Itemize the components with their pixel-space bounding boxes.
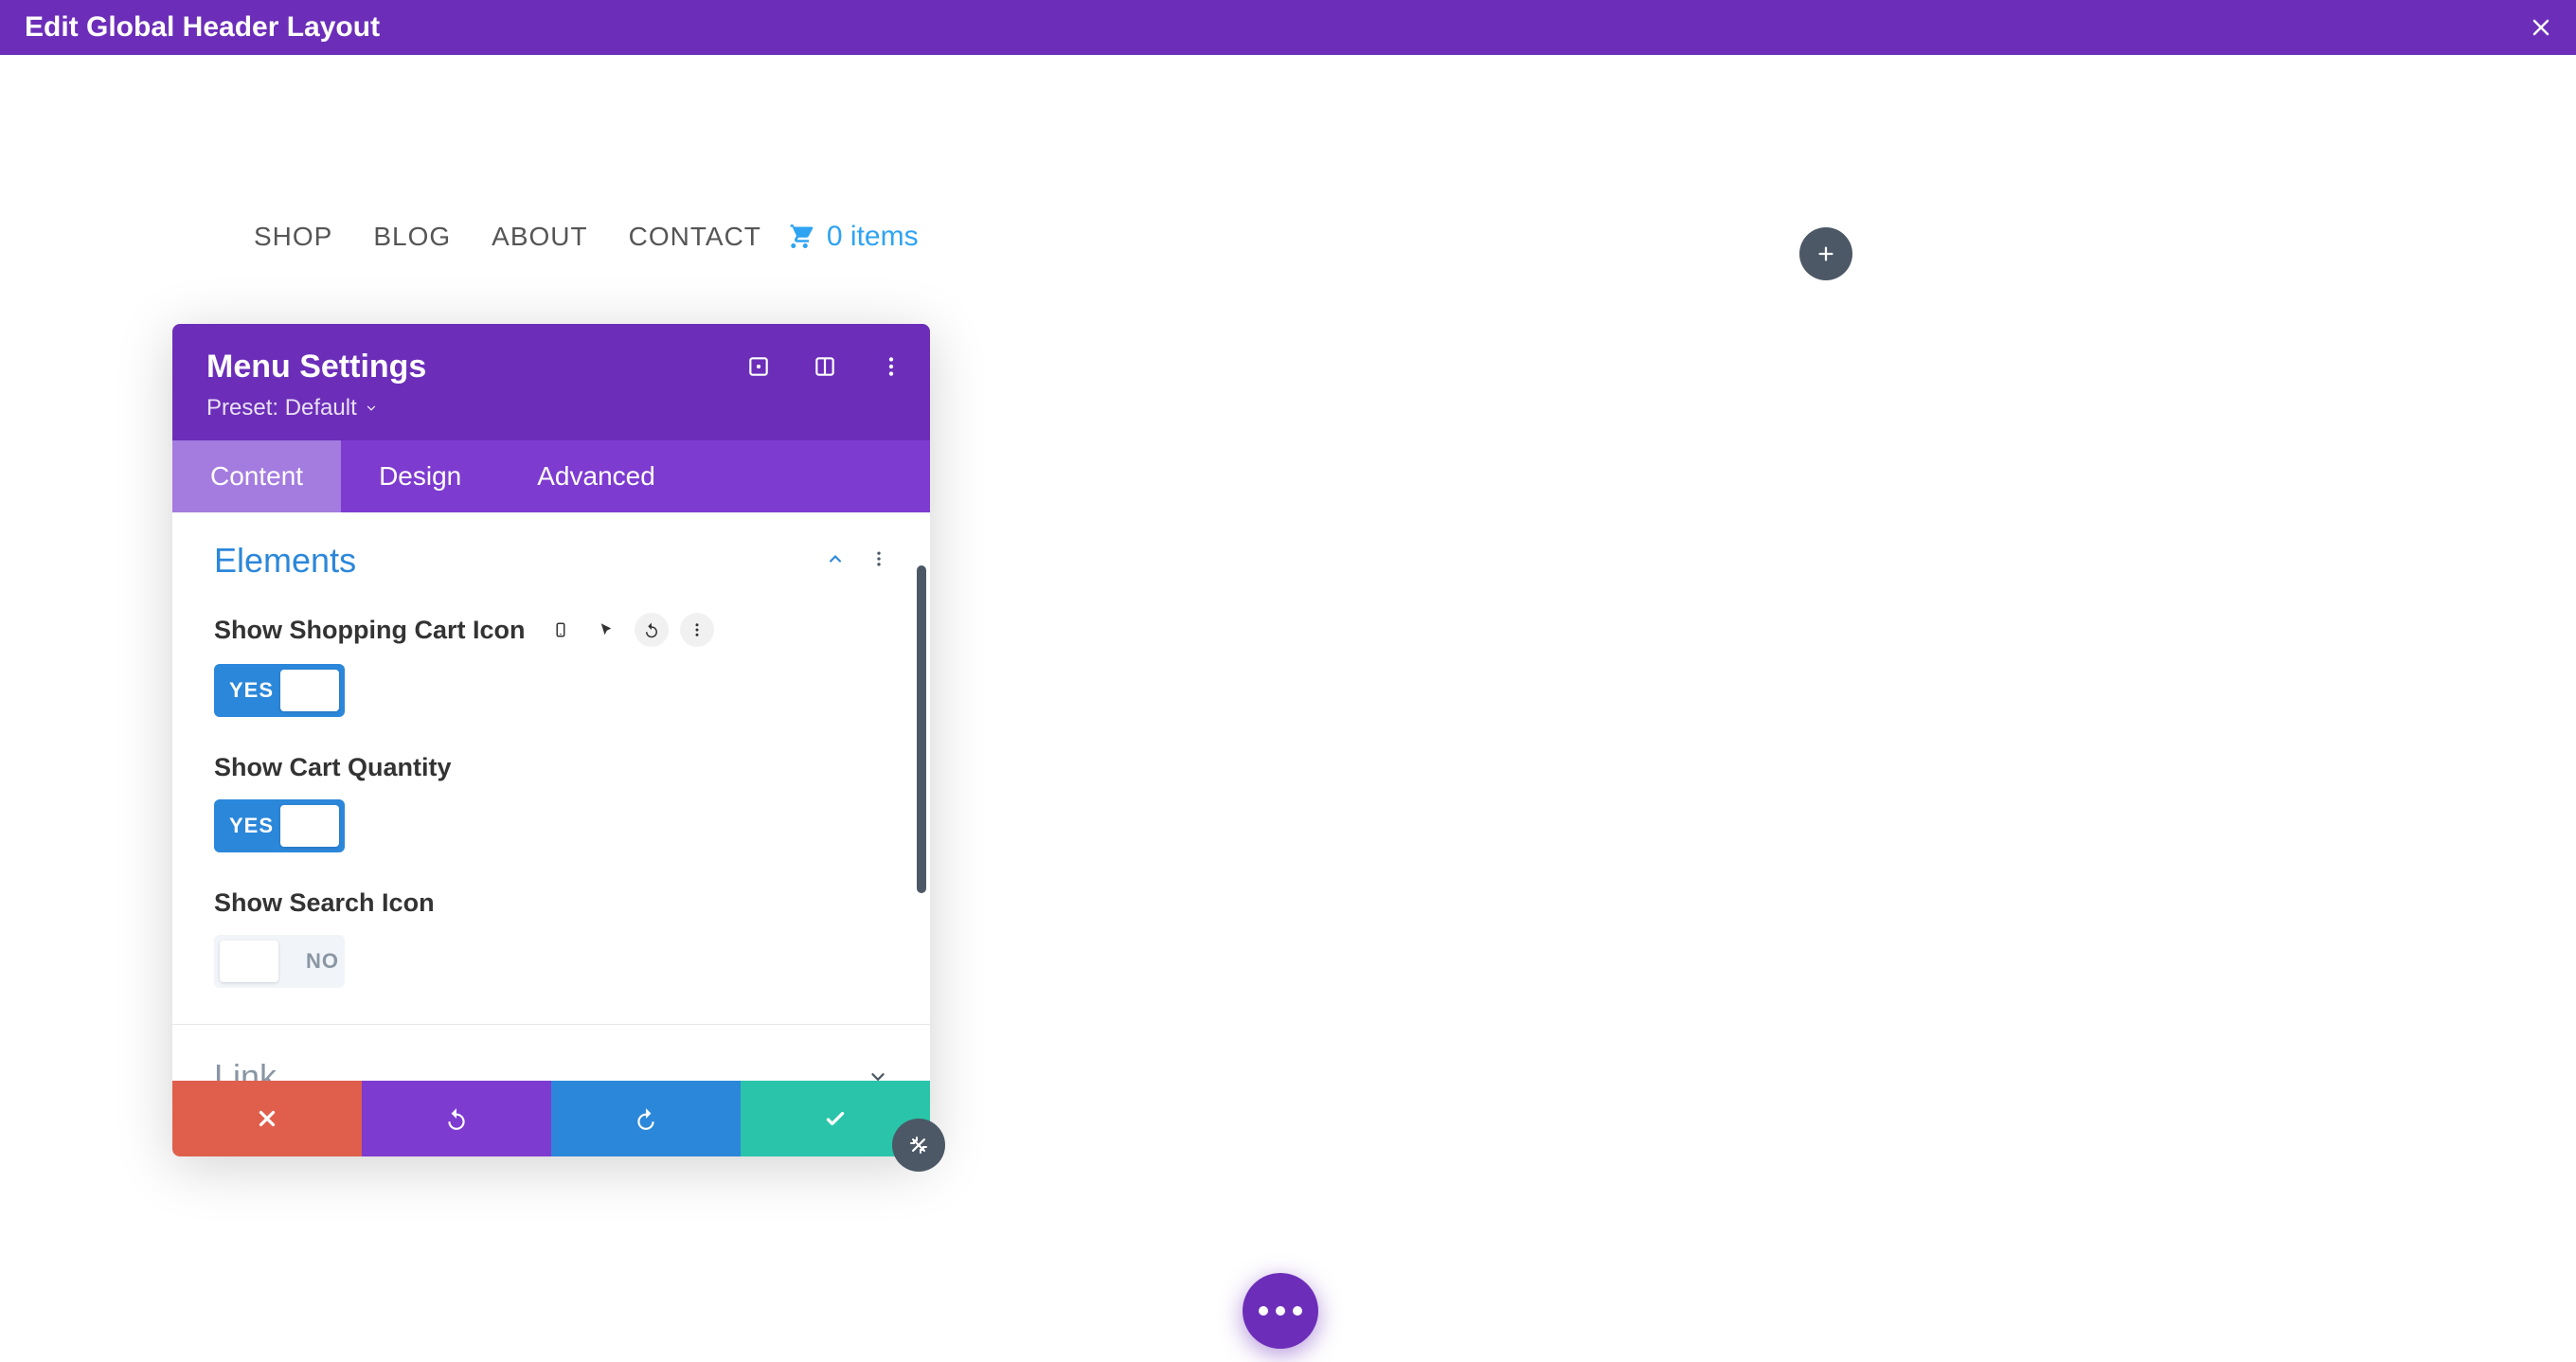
resize-handle[interactable] [892, 1119, 945, 1172]
undo-icon [444, 1106, 469, 1131]
panel-body[interactable]: Elements Show Shopping Cart Icon [172, 512, 930, 1081]
tab-advanced[interactable]: Advanced [499, 440, 693, 512]
section-elements-header[interactable]: Elements [214, 541, 888, 581]
tab-design[interactable]: Design [341, 440, 499, 512]
option-show-cart-qty: Show Cart Quantity YES [214, 753, 888, 852]
toggle-knob [280, 670, 339, 711]
panel-more-button[interactable] [879, 354, 903, 379]
toggle-label: NO [306, 949, 339, 974]
redo-icon [634, 1106, 658, 1131]
check-icon [823, 1106, 848, 1131]
columns-icon [813, 354, 837, 379]
snap-button[interactable] [813, 354, 837, 379]
reset-button[interactable] [635, 613, 669, 647]
chevron-up-icon [826, 549, 845, 568]
builder-fab[interactable] [1243, 1273, 1318, 1349]
more-vertical-icon [869, 549, 888, 568]
preset-dropdown[interactable]: Preset: Default [206, 395, 900, 421]
hover-button[interactable] [589, 613, 623, 647]
chevron-down-icon [365, 402, 378, 415]
more-vertical-icon [689, 621, 706, 638]
collapse-section-button[interactable] [826, 549, 845, 573]
page-title: Edit Global Header Layout [25, 11, 380, 44]
toggle-show-cart-icon[interactable]: YES [214, 664, 345, 717]
toggle-show-cart-qty[interactable]: YES [214, 799, 345, 852]
close-button[interactable] [2527, 13, 2555, 42]
preset-label: Preset: Default [206, 395, 357, 421]
undo-button[interactable] [362, 1081, 551, 1156]
plus-icon [1816, 243, 1836, 264]
more-vertical-icon [879, 354, 903, 379]
tab-content[interactable]: Content [172, 440, 341, 512]
toggle-label: YES [220, 678, 274, 703]
panel-tabs: Content Design Advanced [172, 440, 930, 512]
close-icon [2530, 16, 2552, 39]
option-show-cart-icon: Show Shopping Cart Icon [214, 613, 888, 717]
section-link-title: Link [214, 1057, 277, 1081]
option-show-search-icon: Show Search Icon NO [214, 888, 888, 988]
resize-icon [907, 1134, 930, 1156]
toggle-show-search-icon[interactable]: NO [214, 935, 345, 988]
expand-icon [746, 354, 771, 379]
nav-item-blog[interactable]: BLOG [373, 222, 451, 252]
section-elements-title: Elements [214, 541, 356, 581]
option-label: Show Search Icon [214, 888, 435, 918]
option-label: Show Cart Quantity [214, 753, 452, 782]
toggle-knob [220, 941, 278, 982]
toggle-label: YES [220, 814, 274, 838]
nav-item-about[interactable]: ABOUT [492, 222, 587, 252]
chevron-down-icon [868, 1066, 888, 1081]
redo-button[interactable] [551, 1081, 741, 1156]
nav-item-contact[interactable]: CONTACT [629, 222, 761, 252]
option-label: Show Shopping Cart Icon [214, 616, 525, 645]
cancel-button[interactable] [172, 1081, 362, 1156]
dot-icon [1293, 1306, 1302, 1316]
section-link-header[interactable]: Link [172, 1024, 930, 1081]
section-more-button[interactable] [869, 549, 888, 573]
add-section-button[interactable] [1799, 227, 1852, 280]
dot-icon [1276, 1306, 1285, 1316]
nav-item-shop[interactable]: SHOP [254, 222, 332, 252]
panel-header[interactable]: Menu Settings Preset: Default [172, 324, 930, 440]
option-more-button[interactable] [680, 613, 714, 647]
menu-settings-panel: Menu Settings Preset: Default Content De… [172, 324, 930, 1156]
scrollbar[interactable] [917, 565, 926, 893]
cart-icon [785, 220, 814, 253]
responsive-button[interactable] [544, 613, 578, 647]
topbar: Edit Global Header Layout [0, 0, 2576, 55]
cursor-icon [598, 621, 615, 638]
cart-text: 0 items [827, 221, 919, 253]
close-icon [255, 1106, 279, 1131]
panel-footer [172, 1081, 930, 1156]
phone-icon [552, 621, 569, 638]
cart-link[interactable]: 0 items [785, 220, 919, 253]
expand-button[interactable] [746, 354, 771, 379]
header-nav: SHOP BLOG ABOUT CONTACT 0 items [254, 220, 919, 253]
dot-icon [1259, 1306, 1268, 1316]
undo-icon [643, 621, 660, 638]
toggle-knob [280, 805, 339, 847]
